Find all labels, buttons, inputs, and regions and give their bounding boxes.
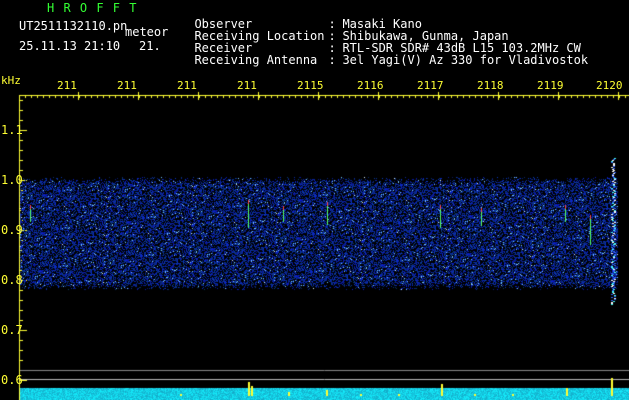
x-tick-label: 2116	[357, 79, 384, 92]
datetime: 25.11.13 21:10	[19, 39, 121, 53]
y-tick-label: 0.7	[1, 323, 23, 337]
x-tick-label: 211	[57, 79, 77, 92]
x-tick-label: 2119	[537, 79, 564, 92]
x-tick-label: 2115	[297, 79, 324, 92]
info-label: Receiving Antenna	[194, 53, 318, 67]
x-tick-label: 2120	[596, 79, 623, 92]
axis-unit-label: kHz	[1, 74, 21, 87]
y-tick-label: 1.1	[1, 123, 23, 137]
info-sep: :	[328, 53, 336, 67]
x-tick-label: 211	[117, 79, 137, 92]
x-tick-label: 211	[177, 79, 197, 92]
y-tick-label: 0.8	[1, 273, 23, 287]
info-antenna: Receiving Antenna:3el Yagi(V) Az 330 for…	[180, 42, 588, 66]
app-title: H R O F F T	[47, 1, 138, 15]
x-tick-label: 2118	[477, 79, 504, 92]
x-tick-label: 2117	[417, 79, 444, 92]
y-tick-label: 1.0	[1, 173, 23, 187]
x-tick-label: 211	[237, 79, 257, 92]
tag-label: meteor	[125, 25, 169, 39]
info-value: 3el Yagi(V) Az 330 for Vladivostok	[342, 53, 589, 67]
y-tick-label: 0.9	[1, 223, 23, 237]
frame-label: 21.	[139, 39, 161, 53]
filename: UT2511132110.pn	[19, 19, 128, 33]
y-tick-label: 0.6	[1, 373, 23, 387]
